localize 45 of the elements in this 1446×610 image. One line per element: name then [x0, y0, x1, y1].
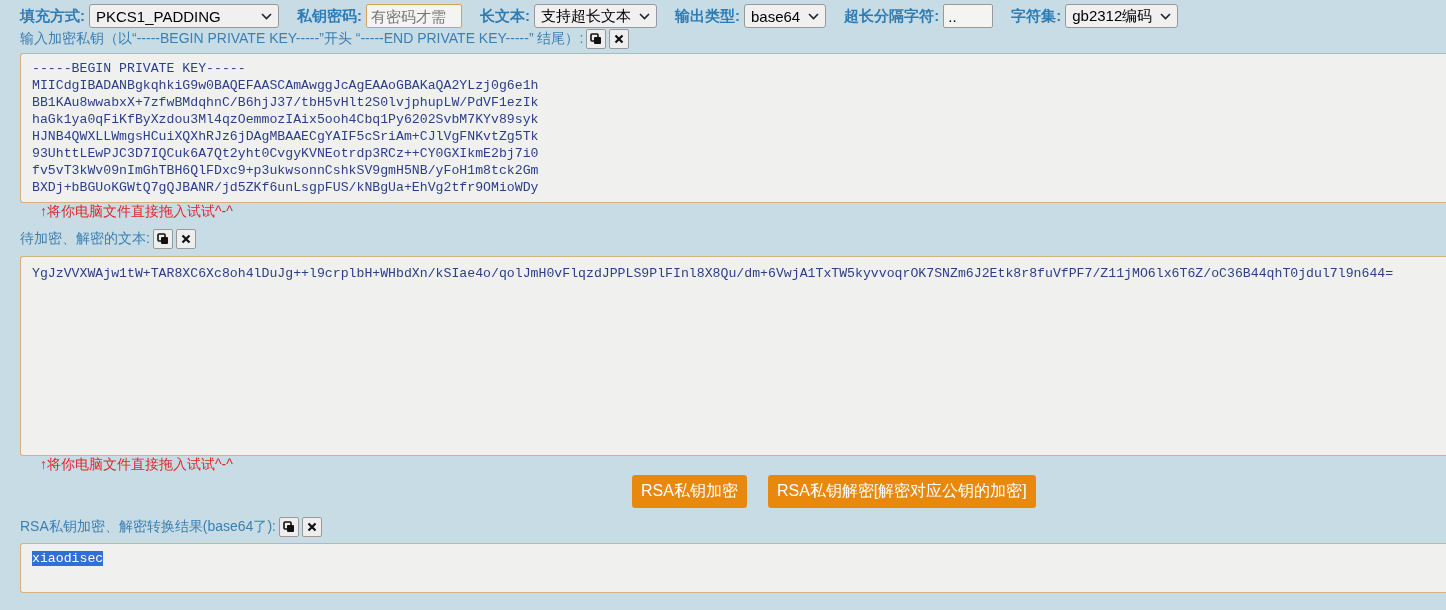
- close-icon: [614, 34, 625, 44]
- text-line: -----BEGIN PRIVATE KEY-----: [32, 61, 246, 76]
- copy-icon: [590, 33, 603, 45]
- copy-button[interactable]: [278, 517, 299, 537]
- clear-button[interactable]: [175, 229, 196, 249]
- clear-button[interactable]: [301, 517, 322, 537]
- text-line: BXDj+bBGUoKGWtQ7gQJBANR/jd5ZKf6unLsgpFUS/kNBgUa+EhVg2tfr9OMioWDy: [32, 180, 539, 195]
- copy-button[interactable]: [152, 229, 173, 249]
- option-label: 字符集:: [1011, 6, 1062, 26]
- caret-icon: [261, 12, 272, 20]
- text-line: haGk1ya0qFiKfByXzdou3Ml4qzOemmozIAix5ooh4Cbq1Py6202SvbM7KYv89syk: [32, 112, 539, 127]
- dropdown[interactable]: gb2312编码: [1065, 4, 1179, 28]
- text-line: BB1KAu8wwabxX+7zfwBMdqhnC/B6hjJ37/tbH5vHlt2S0lvjphupLW/PdVF1ezIk: [32, 95, 539, 110]
- dropdown[interactable]: base64: [744, 4, 827, 28]
- caret-icon: [1160, 12, 1172, 20]
- text-line: YgJzVVXWAjw1tW+TAR8XC6Xc8oh4lDuJg++l9crplbH+WHbdXn/kSIae4o/qolJmH0vFlqzdJPPLS9PlFInl8X8Qu/dm+6VwjA1TxTW5kyvvoqrOK7SNZm6J2Etk8r8fuVfPF7/Z11jMO6lx6T6Z/oC36B44qhT0jdul7l9n644=: [32, 266, 1394, 281]
- caret-icon: [808, 12, 820, 20]
- option-label: 长文本:: [480, 6, 530, 26]
- text-area[interactable]: YgJzVVXWAjw1tW+TAR8XC6Xc8oh4lDuJg++l9crplbH+WHbdXn/kSIae4o/qolJmH0vFlqzdJPPLS9PlFInl8X8Qu/dm+6VwjA1TxTW5kyvvoqrOK7SNZm6J2Etk8r8fuVfPF7/Z11jMO6lx6T6Z/oC36B44qhT0jdul7l9n644=: [20, 256, 1446, 456]
- field-label: 输入加密私钥（以“-----BEGIN PRIVATE KEY-----”开头 “-----END PRIVATE KEY-----” 结尾）:: [20, 30, 584, 48]
- option-label: 输出类型:: [675, 6, 740, 26]
- input-field[interactable]: ..: [943, 4, 994, 28]
- hint-text: ↑将你电脑文件直接拖入试试^-^: [39, 456, 234, 473]
- close-icon: [180, 234, 191, 244]
- copy-button[interactable]: [586, 29, 607, 49]
- text-line: HJNB4QWXLLWmgsHCuiXQXhRJz6jDAgMBAAECgYAIF5cSriAm+CJlVgFNKvtZg5Tk: [32, 129, 539, 144]
- hint-text: ↑将你电脑文件直接拖入试试^-^: [39, 203, 234, 220]
- text-area[interactable]: [20, 53, 1446, 203]
- field-label: RSA私钥加密、解密转换结果(base64了):: [20, 518, 276, 536]
- caret-icon: [639, 12, 650, 20]
- dropdown[interactable]: PKCS1_PADDING: [89, 4, 279, 28]
- text-line: fv5vT3kWv09nImGhTBH6QlFDxc9+p3ukwsonnCshkSV9gmH5NB/yFoH1m8tck2Gm: [32, 163, 539, 178]
- text-line: 93UhttLEwPJC3D7IQCuk6A7Qt2yht0CvgyKVNEotrdp3RCz++CY0GXIkmE2bj7i0: [32, 146, 539, 161]
- copy-icon: [282, 521, 295, 533]
- option-label: 私钥密码:: [297, 6, 362, 26]
- option-label: 超长分隔字符:: [844, 6, 940, 26]
- dropdown[interactable]: 支持超长文本: [534, 4, 657, 28]
- field-label: 待加密、解密的文本:: [20, 230, 150, 248]
- close-icon: [306, 522, 317, 532]
- copy-icon: [156, 233, 169, 245]
- text-line: MIICdgIBADANBgkqhkiG9w0BAQEFAASCAmAwggJcAgEAAoGBAKaQA2YLzj0g6e1h: [32, 78, 539, 93]
- text-area[interactable]: xiaodisec: [20, 543, 1446, 593]
- input-field[interactable]: 有密码才需: [366, 4, 462, 28]
- clear-button[interactable]: [609, 29, 630, 49]
- option-label: 填充方式:: [20, 6, 85, 26]
